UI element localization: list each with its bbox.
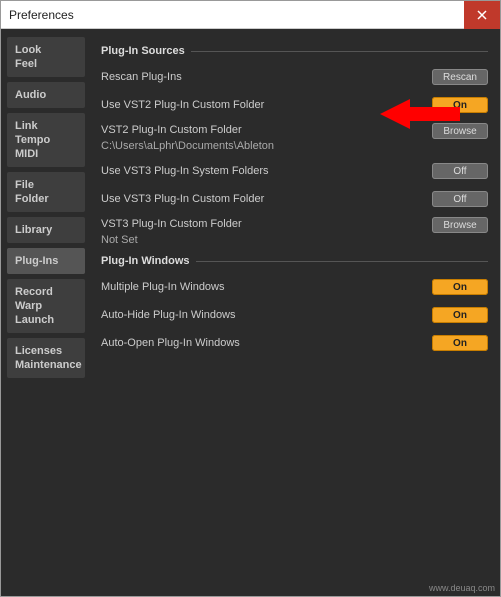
- sidebar-item-library[interactable]: Library: [7, 217, 85, 243]
- titlebar: Preferences: [1, 1, 500, 29]
- rescan-button[interactable]: Rescan: [432, 69, 488, 85]
- row-auto-open: Auto-Open Plug-In Windows On: [101, 333, 488, 353]
- auto-open-toggle[interactable]: On: [432, 335, 488, 351]
- sidebar-item-label: Plug-Ins: [15, 254, 77, 268]
- vst3-browse-button[interactable]: Browse: [432, 217, 488, 233]
- row-multi-windows: Multiple Plug-In Windows On: [101, 277, 488, 297]
- sidebar-item-label: Tempo: [15, 133, 77, 147]
- row-label-text: VST2 Plug-In Custom Folder: [101, 123, 432, 137]
- sidebar: Look Feel Audio Link Tempo MIDI File Fol…: [1, 29, 89, 596]
- row-vst2-folder: VST2 Plug-In Custom Folder C:\Users\aLph…: [101, 123, 488, 153]
- row-label: Auto-Hide Plug-In Windows: [101, 308, 432, 322]
- sidebar-item-label: Link: [15, 119, 77, 133]
- preferences-window: Preferences Look Feel Audio Link Tempo M…: [0, 0, 501, 597]
- row-rescan: Rescan Plug-Ins Rescan: [101, 67, 488, 87]
- row-label: Rescan Plug-Ins: [101, 70, 432, 84]
- sidebar-item-look-feel[interactable]: Look Feel: [7, 37, 85, 77]
- sidebar-item-label: Warp: [15, 299, 77, 313]
- row-auto-hide: Auto-Hide Plug-In Windows On: [101, 305, 488, 325]
- row-label: VST2 Plug-In Custom Folder C:\Users\aLph…: [101, 123, 432, 153]
- section-title: Plug-In Windows: [101, 255, 190, 267]
- close-button[interactable]: [464, 1, 500, 29]
- section-title: Plug-In Sources: [101, 45, 185, 57]
- row-label: Use VST3 Plug-In Custom Folder: [101, 192, 432, 206]
- sidebar-item-label: Maintenance: [15, 358, 77, 372]
- row-label-text: VST3 Plug-In Custom Folder: [101, 217, 432, 231]
- sidebar-item-link-tempo-midi[interactable]: Link Tempo MIDI: [7, 113, 85, 167]
- window-body: Look Feel Audio Link Tempo MIDI File Fol…: [1, 29, 500, 596]
- sidebar-item-label: Look: [15, 43, 77, 57]
- multi-windows-toggle[interactable]: On: [432, 279, 488, 295]
- sidebar-item-label: Folder: [15, 192, 77, 206]
- sidebar-item-label: MIDI: [15, 147, 77, 161]
- divider: [196, 261, 489, 262]
- row-vst3-folder: VST3 Plug-In Custom Folder Not Set Brows…: [101, 217, 488, 247]
- sidebar-item-label: Licenses: [15, 344, 77, 358]
- vst2-custom-toggle[interactable]: On: [432, 97, 488, 113]
- row-vst3-custom: Use VST3 Plug-In Custom Folder Off: [101, 189, 488, 209]
- row-label: Multiple Plug-In Windows: [101, 280, 432, 294]
- vst3-custom-toggle[interactable]: Off: [432, 191, 488, 207]
- row-vst3-system: Use VST3 Plug-In System Folders Off: [101, 161, 488, 181]
- vst2-folder-path: C:\Users\aLphr\Documents\Ableton: [101, 139, 432, 153]
- row-label: VST3 Plug-In Custom Folder Not Set: [101, 217, 432, 247]
- sidebar-item-label: File: [15, 178, 77, 192]
- sidebar-item-record-warp-launch[interactable]: Record Warp Launch: [7, 279, 85, 333]
- sidebar-item-label: Feel: [15, 57, 77, 71]
- vst3-folder-path: Not Set: [101, 233, 432, 247]
- sidebar-item-audio[interactable]: Audio: [7, 82, 85, 108]
- sidebar-item-file-folder[interactable]: File Folder: [7, 172, 85, 212]
- row-label: Auto-Open Plug-In Windows: [101, 336, 432, 350]
- section-header-sources: Plug-In Sources: [101, 45, 488, 57]
- row-label: Use VST2 Plug-In Custom Folder: [101, 98, 432, 112]
- sidebar-item-label: Launch: [15, 313, 77, 327]
- vst3-system-toggle[interactable]: Off: [432, 163, 488, 179]
- sidebar-item-licenses-maintenance[interactable]: Licenses Maintenance: [7, 338, 85, 378]
- sidebar-item-plug-ins[interactable]: Plug-Ins: [7, 248, 85, 274]
- sidebar-item-label: Record: [15, 285, 77, 299]
- row-label: Use VST3 Plug-In System Folders: [101, 164, 432, 178]
- sidebar-item-label: Library: [15, 223, 77, 237]
- close-icon: [477, 10, 487, 20]
- vst2-browse-button[interactable]: Browse: [432, 123, 488, 139]
- window-title: Preferences: [9, 8, 74, 22]
- section-header-windows: Plug-In Windows: [101, 255, 488, 267]
- main-panel: Plug-In Sources Rescan Plug-Ins Rescan U…: [89, 29, 500, 596]
- watermark: www.deuaq.com: [429, 583, 495, 593]
- sidebar-item-label: Audio: [15, 88, 77, 102]
- auto-hide-toggle[interactable]: On: [432, 307, 488, 323]
- row-vst2-custom: Use VST2 Plug-In Custom Folder On: [101, 95, 488, 115]
- divider: [191, 51, 488, 52]
